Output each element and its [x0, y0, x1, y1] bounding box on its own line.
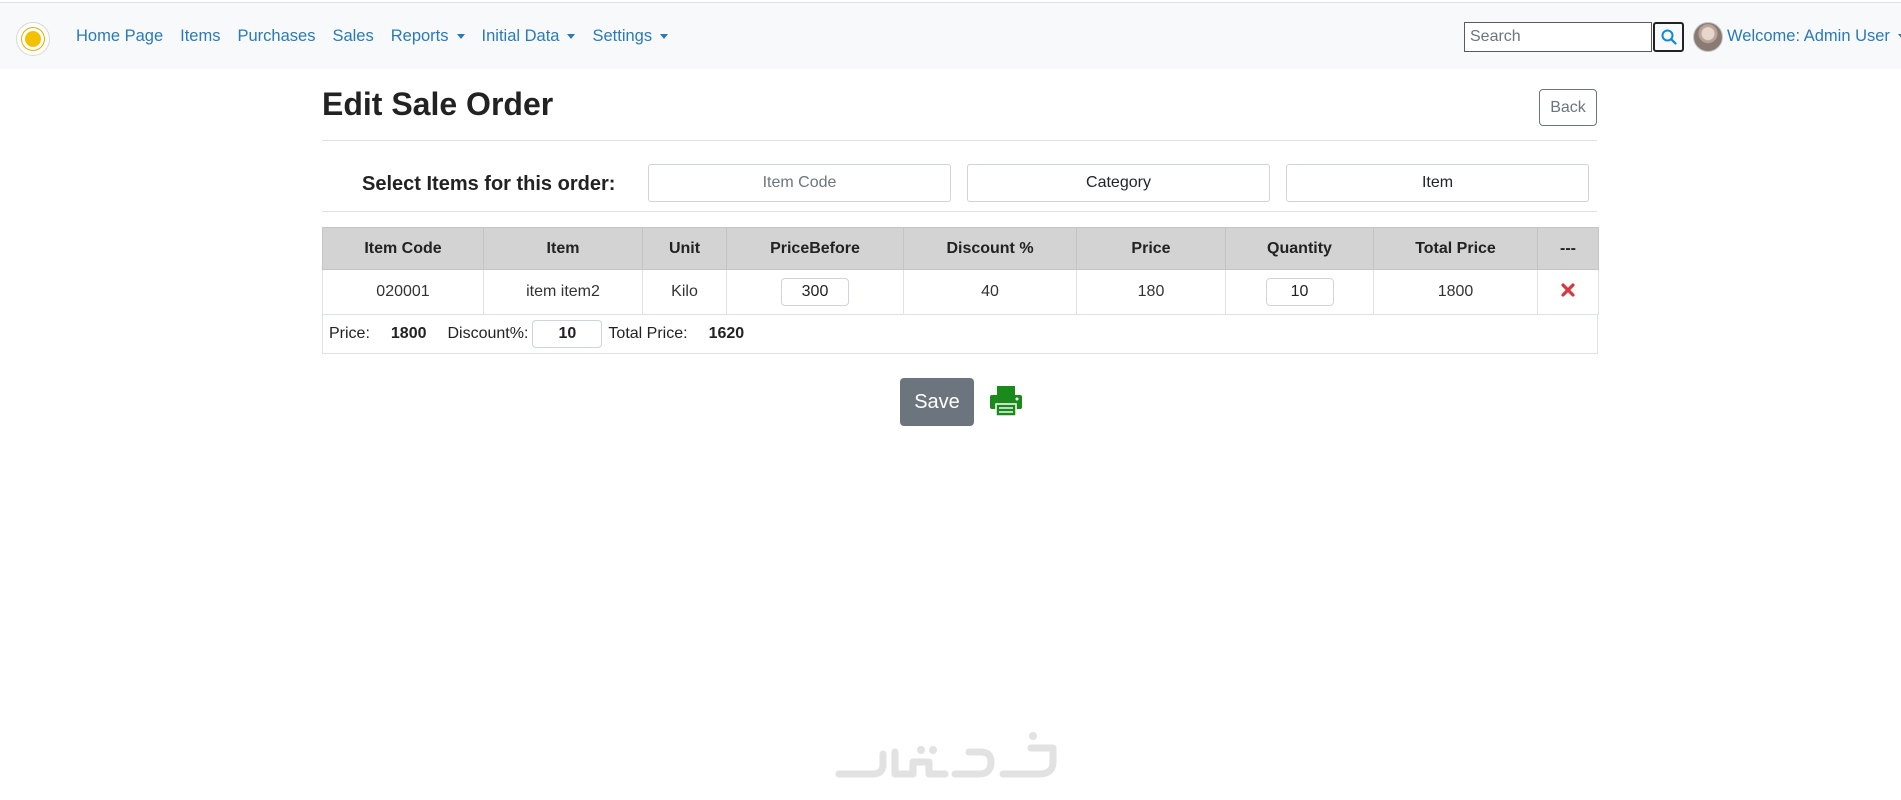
caret-down-icon [456, 34, 465, 39]
summary-total-label: Total Price: [608, 324, 688, 342]
order-items-table: Item Code Item Unit PriceBefore Discount… [322, 227, 1599, 315]
table-header-row: Item Code Item Unit PriceBefore Discount… [322, 227, 1599, 270]
col-header-item: Item [483, 227, 643, 270]
cell-quantity [1225, 269, 1374, 315]
search-button[interactable] [1653, 22, 1684, 52]
cell-actions [1537, 269, 1599, 315]
price-before-input[interactable] [781, 278, 849, 306]
user-avatar[interactable] [1693, 22, 1723, 52]
order-summary: Price: 1800 Discount%: Total Price: 1620 [322, 314, 1598, 354]
summary-price-value: 1800 [390, 324, 427, 342]
table-row: 020001 item item2 Kilo 40 180 1800 [322, 269, 1599, 315]
col-header-price: Price [1076, 227, 1226, 270]
watermark-logo [835, 732, 1057, 778]
close-icon [1561, 282, 1575, 297]
item-select[interactable]: Item [1286, 164, 1589, 202]
nav-purchases[interactable]: Purchases [237, 27, 315, 46]
nav-purchases-label: Purchases [237, 27, 316, 45]
cell-price: 180 [1076, 269, 1226, 315]
category-select-label: Category [1086, 174, 1151, 191]
nav-sales[interactable]: Sales [332, 27, 373, 46]
cell-price-before [726, 269, 904, 315]
app-logo[interactable] [16, 22, 50, 56]
nav-sales-label: Sales [332, 27, 374, 45]
logo-sun-icon [25, 31, 41, 47]
category-select[interactable]: Category [967, 164, 1270, 202]
nav-items-label: Items [180, 27, 221, 45]
quantity-input[interactable] [1265, 278, 1334, 306]
nav-items[interactable]: Items [180, 27, 220, 46]
nav-settings-label: Settings [592, 27, 653, 45]
cell-discount: 40 [903, 269, 1077, 315]
search-icon [1661, 29, 1677, 45]
col-header-quantity: Quantity [1225, 227, 1374, 270]
nav-home[interactable]: Home Page [76, 27, 163, 46]
user-menu-dropdown[interactable]: Welcome: Admin User [1727, 27, 1901, 46]
nav-reports-dropdown[interactable]: Reports [391, 27, 465, 46]
nav-reports-label: Reports [390, 27, 449, 45]
nav-home-label: Home Page [76, 27, 164, 45]
cell-total-price: 1800 [1373, 269, 1538, 315]
save-button[interactable]: Save [900, 378, 974, 426]
col-header-discount: Discount % [903, 227, 1077, 270]
top-navbar: Home Page Items Purchases Sales Reports … [0, 2, 1901, 69]
back-button[interactable]: Back [1539, 89, 1597, 126]
select-items-label: Select Items for this order: [362, 173, 616, 195]
item-code-input[interactable] [648, 164, 951, 202]
caret-down-icon [660, 34, 669, 39]
page-title: Edit Sale Order [322, 86, 554, 122]
welcome-text: Welcome: Admin User [1727, 27, 1890, 45]
col-header-total-price: Total Price [1373, 227, 1538, 270]
nav-initial-data-dropdown[interactable]: Initial Data [482, 27, 576, 46]
divider [322, 140, 1597, 141]
divider [322, 211, 1597, 212]
col-header-item-code: Item Code [322, 227, 484, 270]
col-header-price-before: PriceBefore [726, 227, 904, 270]
delete-row-button[interactable] [1561, 282, 1575, 297]
printer-icon [990, 386, 1022, 417]
col-header-unit: Unit [642, 227, 727, 270]
print-button[interactable] [989, 385, 1023, 422]
col-header-actions: --- [1537, 227, 1599, 270]
caret-down-icon [567, 34, 576, 39]
nav-links: Home Page Items Purchases Sales Reports … [76, 27, 685, 46]
order-discount-input[interactable] [532, 319, 603, 348]
summary-total-value: 1620 [708, 324, 745, 342]
item-select-label: Item [1421, 174, 1454, 191]
cell-item-code: 020001 [322, 269, 484, 315]
cell-unit: Kilo [642, 269, 727, 315]
nav-initial-data-label: Initial Data [481, 27, 560, 45]
summary-discount-label: Discount%: [447, 324, 529, 342]
nav-settings-dropdown[interactable]: Settings [592, 27, 669, 46]
summary-price-label: Price: [329, 324, 370, 342]
cell-item: item item2 [483, 269, 643, 315]
search-input[interactable] [1464, 22, 1652, 52]
